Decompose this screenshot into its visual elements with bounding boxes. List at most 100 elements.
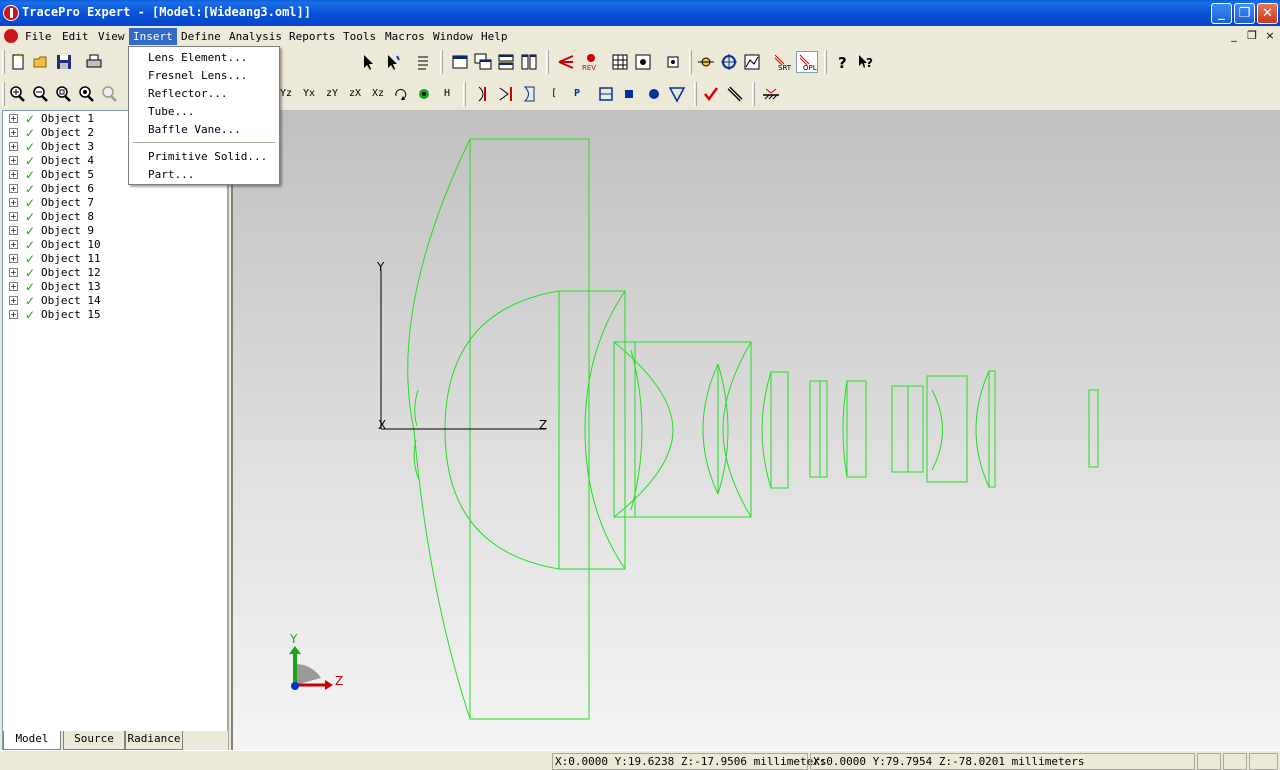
- irradiance-icon[interactable]: [741, 51, 763, 73]
- tile-h-icon[interactable]: [495, 51, 517, 73]
- menu-analysis[interactable]: Analysis: [225, 28, 286, 45]
- source-point-icon[interactable]: [695, 51, 717, 73]
- menu-reports[interactable]: Reports: [285, 28, 339, 45]
- new-icon[interactable]: [7, 51, 29, 73]
- menu-item-baffle-vane[interactable]: Baffle Vane...: [131, 121, 277, 139]
- wireframe-canvas[interactable]: Y X Z Y Z: [233, 110, 1280, 750]
- sphere-icon[interactable]: [643, 83, 665, 105]
- opl-icon[interactable]: OPL: [796, 51, 818, 73]
- raytrace-icon[interactable]: REV: [579, 51, 601, 73]
- menu-item-primitive-solid[interactable]: Primitive Solid...: [131, 148, 277, 166]
- view-zy-icon[interactable]: zY: [321, 83, 343, 105]
- expand-icon[interactable]: +: [9, 268, 18, 277]
- camera-icon[interactable]: [632, 51, 654, 73]
- minimize-button[interactable]: _: [1211, 3, 1232, 24]
- menu-item-reflector[interactable]: Reflector...: [131, 85, 277, 103]
- toolbar-grip[interactable]: [2, 50, 5, 74]
- select-surface-icon[interactable]: [382, 51, 404, 73]
- expand-icon[interactable]: +: [9, 254, 18, 263]
- select-icon[interactable]: [357, 51, 379, 73]
- tab-radiance[interactable]: Radiance: [125, 731, 183, 750]
- rotate-x-icon[interactable]: Yx: [298, 83, 320, 105]
- ruler-icon[interactable]: [724, 83, 746, 105]
- lens-icon[interactable]: [472, 83, 494, 105]
- menu-insert[interactable]: Insert: [129, 28, 177, 45]
- expand-icon[interactable]: +: [9, 184, 18, 193]
- target-icon[interactable]: [662, 51, 684, 73]
- prism-icon[interactable]: [519, 83, 541, 105]
- mdi-minimize-button[interactable]: _: [1227, 29, 1241, 43]
- expand-icon[interactable]: +: [9, 156, 18, 165]
- toolbar-grip[interactable]: [752, 82, 755, 106]
- srt-icon[interactable]: SRT: [771, 51, 793, 73]
- tab-source[interactable]: Source: [63, 731, 125, 750]
- solid-icon[interactable]: [618, 83, 640, 105]
- window-icon[interactable]: [449, 51, 471, 73]
- expand-icon[interactable]: +: [9, 310, 18, 319]
- cascade-icon[interactable]: [472, 51, 494, 73]
- expand-icon[interactable]: +: [9, 198, 18, 207]
- zoom-out-icon[interactable]: [29, 83, 51, 105]
- context-help-icon[interactable]: ?: [855, 51, 877, 73]
- cone-icon[interactable]: [666, 83, 688, 105]
- toolbar-grip[interactable]: [2, 82, 5, 106]
- toolbar-grip[interactable]: [824, 50, 827, 74]
- check-icon[interactable]: [700, 83, 722, 105]
- expand-icon[interactable]: +: [9, 114, 18, 123]
- box-icon[interactable]: [595, 83, 617, 105]
- expand-icon[interactable]: +: [9, 170, 18, 179]
- trace-rays-icon[interactable]: [555, 51, 577, 73]
- menu-item-fresnel-lens[interactable]: Fresnel Lens...: [131, 67, 277, 85]
- menu-file[interactable]: File: [21, 28, 56, 45]
- menu-item-part[interactable]: Part...: [131, 166, 277, 184]
- menu-window[interactable]: Window: [429, 28, 477, 45]
- zoom-in-icon[interactable]: [6, 83, 28, 105]
- mirror-plane-icon[interactable]: [760, 83, 782, 105]
- toolbar-grip[interactable]: [440, 50, 443, 74]
- menu-macros[interactable]: Macros: [381, 28, 429, 45]
- grid-icon[interactable]: [609, 51, 631, 73]
- toolbar-grip[interactable]: [463, 82, 466, 106]
- view-xz-icon[interactable]: Xz: [367, 83, 389, 105]
- expand-icon[interactable]: +: [9, 142, 18, 151]
- crosshair-icon[interactable]: [718, 51, 740, 73]
- tile-v-icon[interactable]: [518, 51, 540, 73]
- help-icon[interactable]: ?: [832, 51, 854, 73]
- mdi-close-button[interactable]: ×: [1263, 29, 1277, 43]
- fan-icon[interactable]: [413, 83, 435, 105]
- tracepro-app-icon[interactable]: [3, 5, 19, 21]
- mirror-icon[interactable]: [495, 83, 517, 105]
- zoom-prev-icon[interactable]: [98, 83, 120, 105]
- open-icon[interactable]: [30, 51, 52, 73]
- p-icon[interactable]: P: [566, 83, 588, 105]
- expand-icon[interactable]: +: [9, 128, 18, 137]
- menu-tools[interactable]: Tools: [339, 28, 380, 45]
- rotate-icon[interactable]: [390, 83, 412, 105]
- zoom-window-icon[interactable]: [52, 83, 74, 105]
- expand-icon[interactable]: +: [9, 226, 18, 235]
- expand-icon[interactable]: +: [9, 296, 18, 305]
- expand-icon[interactable]: +: [9, 282, 18, 291]
- toolbar-grip[interactable]: [689, 50, 692, 74]
- close-button[interactable]: ✕: [1257, 3, 1278, 24]
- toolbar-grip[interactable]: [546, 50, 549, 74]
- menu-help[interactable]: Help: [477, 28, 512, 45]
- print-icon[interactable]: [83, 51, 105, 73]
- mdi-restore-button[interactable]: ❐: [1245, 29, 1259, 43]
- menu-edit[interactable]: Edit: [58, 28, 93, 45]
- bracket-icon[interactable]: [: [543, 83, 565, 105]
- tab-model[interactable]: Model: [3, 731, 61, 750]
- zoom-all-icon[interactable]: [75, 83, 97, 105]
- menu-define[interactable]: Define: [177, 28, 225, 45]
- toolbar-grip[interactable]: [694, 82, 697, 106]
- menu-item-tube[interactable]: Tube...: [131, 103, 277, 121]
- save-icon[interactable]: [53, 51, 75, 73]
- h-icon[interactable]: H: [436, 83, 458, 105]
- view-zx-icon[interactable]: zX: [344, 83, 366, 105]
- document-icon[interactable]: [4, 29, 18, 43]
- menu-item-lens-element[interactable]: Lens Element...: [131, 49, 277, 67]
- properties-icon[interactable]: [412, 51, 434, 73]
- restore-button[interactable]: ❐: [1234, 3, 1255, 24]
- model-viewport[interactable]: Y X Z Y Z: [231, 110, 1280, 750]
- expand-icon[interactable]: +: [9, 240, 18, 249]
